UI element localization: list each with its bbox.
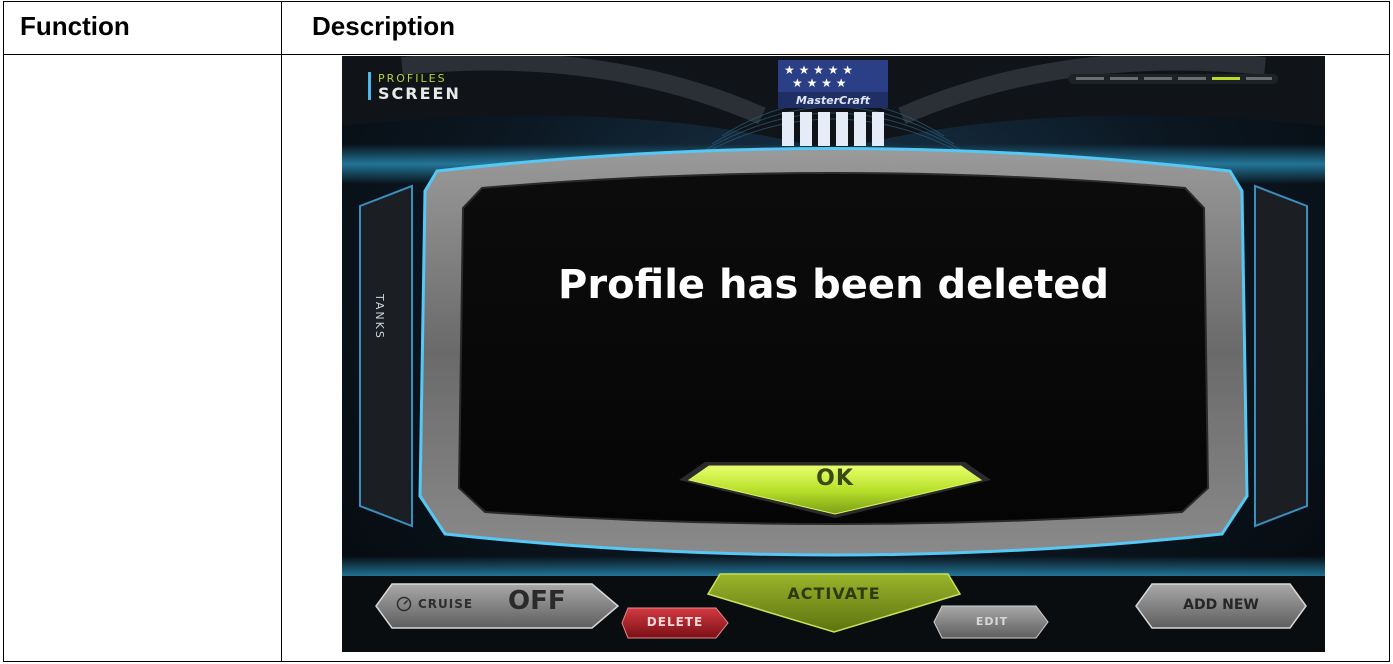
add-new-label: ADD NEW bbox=[1183, 597, 1259, 613]
tab-tanks[interactable]: TANKS bbox=[373, 294, 386, 340]
svg-text:★ ★ ★ ★: ★ ★ ★ ★ bbox=[792, 76, 846, 90]
column-divider bbox=[281, 2, 282, 661]
header-function: Function bbox=[20, 11, 130, 41]
activate-button[interactable] bbox=[704, 570, 964, 636]
dialog-message: Profile has been deleted bbox=[558, 262, 1109, 308]
svg-text:★ ★ ★ ★ ★: ★ ★ ★ ★ ★ bbox=[784, 63, 853, 77]
header-description: Description bbox=[312, 11, 456, 41]
cruise-label: CRUISE bbox=[418, 597, 474, 611]
ok-button-label: OK bbox=[816, 466, 854, 491]
title-accent-bar bbox=[368, 72, 371, 100]
speedometer-icon bbox=[396, 596, 412, 612]
screen-title: SCREEN bbox=[378, 84, 461, 103]
cruise-value: OFF bbox=[508, 586, 566, 616]
edit-label: EDIT bbox=[975, 615, 1009, 628]
row-divider bbox=[4, 54, 1389, 55]
device-screen: PROFILES SCREEN ★ ★ ★ ★ ★ ★ ★ ★ ★ Master… bbox=[342, 56, 1325, 652]
progress-track bbox=[1068, 74, 1278, 84]
activate-label: ACTIVATE bbox=[787, 584, 881, 603]
brand-name: MasterCraft bbox=[795, 94, 871, 107]
